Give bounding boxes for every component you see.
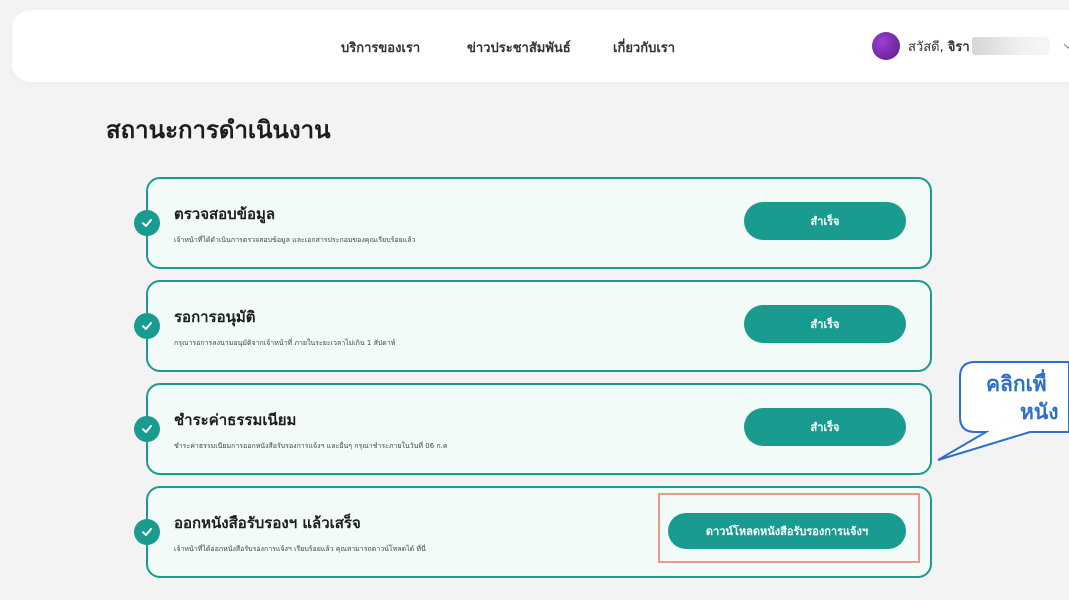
top-header: บริการของเรา ข่าวประชาสัมพันธ์ เกี่ยวกับ… [12,10,1069,82]
check-icon [134,416,160,442]
step-card-payment: ชำระค่าธรรมเนียม ชำระค่าธรรมเนียมการออกห… [134,383,932,475]
step-card-verify: ตรวจสอบข้อมูล เจ้าหน้าที่ได้ดำเนินการตรว… [134,177,932,269]
nav-news[interactable]: ข่าวประชาสัมพันธ์ [467,37,571,58]
step-description: เจ้าหน้าที่ได้ออกหนังสือรับรองการแจ้งฯ เ… [174,545,426,553]
check-icon [134,210,160,236]
check-icon [134,519,160,545]
step-status-button[interactable]: สำเร็จ [744,202,906,240]
step-title: ชำระค่าธรรมเนียม [174,411,297,429]
chevron-down-icon[interactable] [1062,40,1069,52]
greeting-text: สวัสดี, [908,39,944,55]
user-menu[interactable]: สวัสดี, จิรา [872,30,1069,62]
step-title: ตรวจสอบข้อมูล [174,205,276,223]
step-description: กรุณารอการลงนามอนุมัติจากเจ้าหน้าที่ ภาย… [174,339,396,347]
step-title: รอการอนุมัติ [174,308,256,326]
callout-line-1: คลิกเพื่ [986,372,1047,396]
callout-line-2: หนัง [1020,400,1059,424]
user-greeting: สวัสดี, จิรา [908,36,970,57]
page-title: สถานะการดำเนินงาน [106,116,331,144]
step-status-button[interactable]: สำเร็จ [744,305,906,343]
nav-our-services[interactable]: บริการของเรา [341,37,420,58]
step-status-button[interactable]: สำเร็จ [744,408,906,446]
step-title: ออกหนังสือรับรองฯ แล้วเสร็จ [174,514,361,532]
step-description: ชำระค่าธรรมเนียมการออกหนังสือรับรองการแจ… [174,442,448,450]
avatar [872,32,900,60]
check-icon [134,313,160,339]
blurred-name [971,37,1050,55]
step-card-approval: รอการอนุมัติ กรุณารอการลงนามอนุมัติจากเจ… [134,280,932,372]
callout-text: คลิกเพื่ หนัง [986,370,1058,426]
nav-about-us[interactable]: เกี่ยวกับเรา [613,37,675,58]
highlight-box [658,493,920,563]
user-name: จิรา [947,39,970,55]
step-description: เจ้าหน้าที่ได้ดำเนินการตรวจสอบข้อมูล และ… [174,236,416,244]
